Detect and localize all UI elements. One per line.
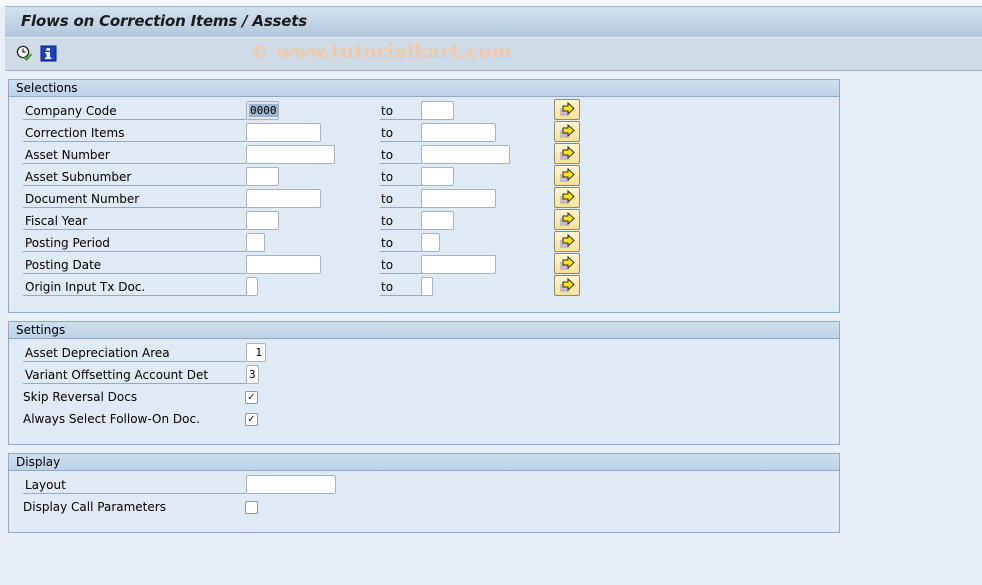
multiple-selection-button[interactable] bbox=[554, 121, 580, 142]
to-label: to bbox=[380, 146, 422, 164]
title-bar: Flows on Correction Items / Assets bbox=[5, 6, 982, 37]
multiple-selection-button[interactable] bbox=[554, 275, 580, 296]
selection-to-input[interactable] bbox=[421, 123, 496, 142]
watermark-text: © www.tutorialkart.com bbox=[250, 41, 513, 63]
to-label: to bbox=[380, 124, 422, 142]
selection-label: Correction Items bbox=[23, 124, 246, 142]
display-call-params-label: Display Call Parameters bbox=[23, 500, 166, 514]
multiple-selection-arrow-icon bbox=[555, 101, 579, 122]
selection-to-input[interactable] bbox=[421, 189, 496, 208]
to-label: to bbox=[380, 278, 422, 296]
asset-depreciation-area-label: Asset Depreciation Area bbox=[23, 344, 246, 362]
skip-reversal-checkbox[interactable]: ✓ bbox=[245, 391, 258, 404]
selection-from-input[interactable] bbox=[246, 189, 321, 208]
multiple-selection-button[interactable] bbox=[554, 209, 580, 230]
multiple-selection-button[interactable] bbox=[554, 187, 580, 208]
selection-to-input[interactable] bbox=[421, 255, 496, 274]
multiple-selection-button[interactable] bbox=[554, 231, 580, 252]
display-call-params-checkbox[interactable] bbox=[245, 501, 258, 514]
display-header: Display bbox=[9, 454, 839, 471]
page-title: Flows on Correction Items / Assets bbox=[21, 12, 307, 30]
multiple-selection-button[interactable] bbox=[554, 253, 580, 274]
multiple-selection-arrow-icon bbox=[555, 277, 579, 298]
selection-label: Fiscal Year bbox=[23, 212, 246, 230]
multiple-selection-arrow-icon bbox=[555, 255, 579, 276]
selection-label: Asset Subnumber bbox=[23, 168, 246, 186]
multiple-selection-arrow-icon bbox=[555, 233, 579, 254]
multiple-selection-button[interactable] bbox=[554, 143, 580, 164]
selection-from-input[interactable] bbox=[246, 233, 265, 252]
multiple-selection-arrow-icon bbox=[555, 167, 579, 188]
selection-to-input[interactable] bbox=[421, 277, 433, 296]
to-label: to bbox=[380, 212, 422, 230]
multiple-selection-arrow-icon bbox=[555, 123, 579, 144]
multiple-selection-arrow-icon bbox=[555, 145, 579, 166]
selection-to-input[interactable] bbox=[421, 211, 454, 230]
multiple-selection-arrow-icon bbox=[555, 189, 579, 210]
variant-offsetting-input[interactable]: 3 bbox=[246, 365, 259, 384]
selection-label: Origin Input Tx Doc. bbox=[23, 278, 246, 296]
always-select-checkbox[interactable]: ✓ bbox=[245, 413, 258, 426]
multiple-selection-arrow-icon bbox=[555, 211, 579, 232]
to-label: to bbox=[380, 256, 422, 274]
to-label: to bbox=[380, 102, 422, 120]
multiple-selection-button[interactable] bbox=[554, 165, 580, 186]
layout-input[interactable] bbox=[246, 475, 336, 494]
execute-clock-icon[interactable] bbox=[16, 45, 33, 62]
to-label: to bbox=[380, 190, 422, 208]
selection-from-input[interactable] bbox=[246, 277, 258, 296]
always-select-label: Always Select Follow-On Doc. bbox=[23, 412, 200, 426]
selections-header: Selections bbox=[9, 80, 839, 97]
selection-from-input[interactable] bbox=[246, 167, 279, 186]
application-toolbar: © www.tutorialkart.com bbox=[5, 37, 982, 71]
to-label: to bbox=[380, 168, 422, 186]
skip-reversal-label: Skip Reversal Docs bbox=[23, 390, 138, 404]
selection-to-input[interactable] bbox=[421, 233, 440, 252]
selection-to-input[interactable] bbox=[421, 101, 454, 120]
selection-label: Posting Date bbox=[23, 256, 246, 274]
selection-label: Asset Number bbox=[23, 146, 246, 164]
multiple-selection-button[interactable] bbox=[554, 99, 580, 120]
selection-from-input[interactable] bbox=[246, 145, 335, 164]
asset-depreciation-area-input[interactable]: 1 bbox=[246, 343, 266, 362]
selection-to-input[interactable] bbox=[421, 145, 510, 164]
settings-header: Settings bbox=[9, 322, 839, 339]
selection-to-input[interactable] bbox=[421, 167, 454, 186]
selection-label: Document Number bbox=[23, 190, 246, 208]
selection-from-input[interactable] bbox=[246, 123, 321, 142]
selected-text: 0000 bbox=[249, 104, 278, 117]
info-icon[interactable] bbox=[40, 45, 57, 62]
to-label: to bbox=[380, 234, 422, 252]
selection-from-input[interactable]: 0000 bbox=[246, 101, 279, 120]
selection-label: Posting Period bbox=[23, 234, 246, 252]
selection-label: Company Code bbox=[23, 102, 246, 120]
variant-offsetting-label: Variant Offsetting Account Det bbox=[23, 366, 246, 384]
layout-label: Layout bbox=[23, 476, 246, 494]
selection-from-input[interactable] bbox=[246, 255, 321, 274]
selection-from-input[interactable] bbox=[246, 211, 279, 230]
